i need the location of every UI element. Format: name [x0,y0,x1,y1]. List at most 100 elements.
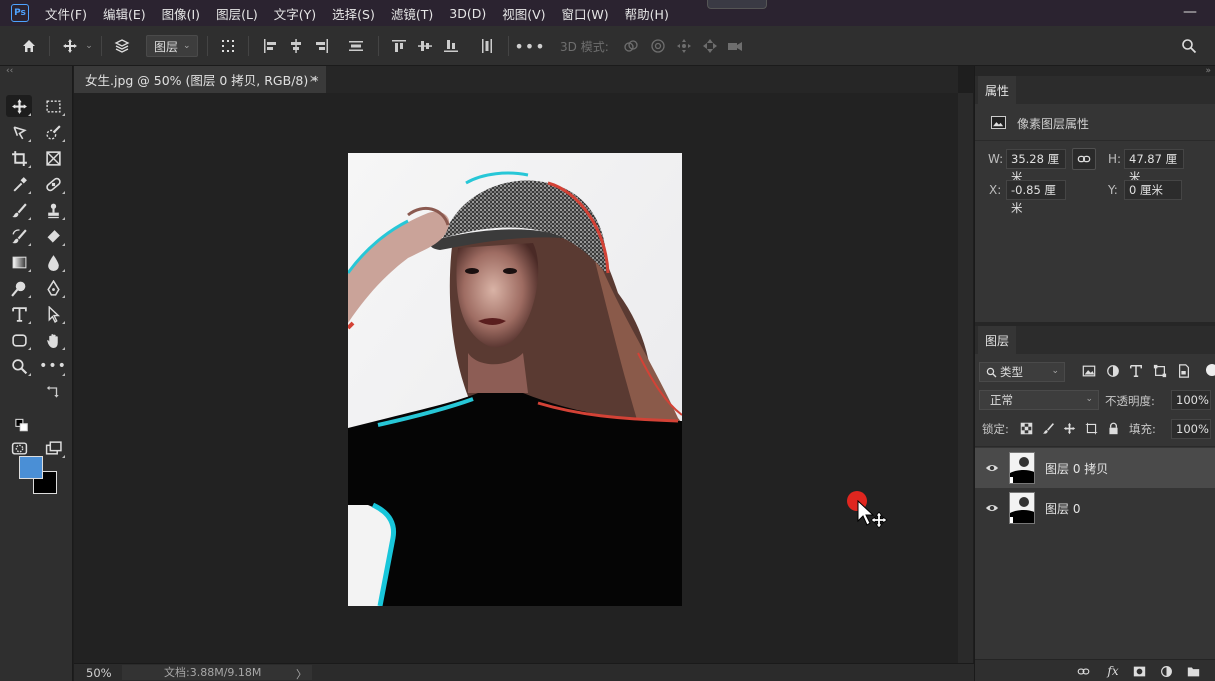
path-selection-tool-icon[interactable] [40,303,66,325]
blur-tool-icon[interactable] [40,251,66,273]
pixel-filter-icon[interactable] [1081,363,1097,379]
3d-slide-icon [700,34,720,58]
more-tools-icon[interactable]: ••• [39,355,66,377]
menu-3d[interactable]: 3D(D) [449,6,486,21]
close-icon[interactable]: × [309,72,318,85]
adjustment-layer-icon[interactable] [1159,664,1173,678]
visibility-eye-icon[interactable] [985,461,999,475]
align-middle-icon[interactable] [416,34,434,58]
shape-filter-icon[interactable] [1152,363,1168,379]
swap-colors-icon[interactable] [46,384,60,398]
chevron-down-icon[interactable]: ⌄ [84,34,94,58]
gradient-tool-icon[interactable] [6,251,32,273]
menu-filter[interactable]: 滤镜(T) [391,4,433,23]
move-cursor-icon [857,500,888,529]
type-tool-icon[interactable] [6,303,32,325]
move-tool-icon[interactable] [6,95,32,117]
smart-object-filter-icon[interactable] [1176,363,1192,379]
align-right-icon[interactable] [313,34,331,58]
dodge-tool-icon[interactable] [6,277,32,299]
align-top-icon[interactable] [390,34,408,58]
menu-window[interactable]: 窗口(W) [562,4,609,23]
align-left-icon[interactable] [261,34,279,58]
minimize-button[interactable]: — [1183,5,1197,20]
more-options-icon[interactable]: ••• [514,34,544,58]
move-tool-icon[interactable] [60,34,80,58]
foreground-color-swatch[interactable] [19,456,43,479]
blend-mode-dropdown[interactable]: 正常 ⌄ [979,390,1099,410]
menu-layer[interactable]: 图层(L) [216,4,258,23]
lock-all-icon[interactable] [1105,420,1121,436]
collapse-panel-icon[interactable]: » [1205,66,1211,76]
distribute-horizontal-icon[interactable] [477,34,497,58]
clone-stamp-tool-icon[interactable] [40,199,66,221]
lock-artboard-icon[interactable] [1083,420,1099,436]
tab-properties[interactable]: 属性 [978,76,1016,104]
search-icon[interactable] [1179,34,1199,58]
opacity-field[interactable]: 100% [1171,390,1211,410]
menu-image[interactable]: 图像(I) [162,4,200,23]
auto-select-target-dropdown[interactable]: 图层 ⌄ [146,35,198,57]
visibility-eye-icon[interactable] [985,501,999,515]
y-position-field[interactable]: 0 厘米 [1124,180,1182,200]
menu-type[interactable]: 文字(Y) [274,4,316,23]
fill-field[interactable]: 100% [1171,419,1211,439]
filter-toggle[interactable] [1206,364,1215,376]
fx-icon[interactable]: fx [1106,664,1120,678]
layer-name[interactable]: 图层 0 [1045,500,1080,517]
marquee-tool-icon[interactable] [40,95,66,117]
eraser-tool-icon[interactable] [40,225,66,247]
layer-row[interactable]: 图层 0 拷贝 [975,448,1215,488]
canvas-area[interactable] [74,93,958,663]
link-dimensions-button[interactable] [1072,148,1096,170]
layer-row[interactable]: 图层 0 [975,488,1215,528]
hand-tool-icon[interactable] [40,329,66,351]
menu-edit[interactable]: 编辑(E) [103,4,146,23]
height-field[interactable]: 47.87 厘米 [1124,149,1184,184]
document-tab[interactable]: 女生.jpg @ 50% (图层 0 拷贝, RGB/8) * × [74,66,326,93]
new-group-icon[interactable] [1186,664,1200,678]
crop-tool-icon[interactable] [6,147,32,169]
x-position-field[interactable]: -0.85 厘米 [1006,180,1066,215]
align-bottom-icon[interactable] [442,34,460,58]
brush-tool-icon[interactable] [6,199,32,221]
layers-panel-footer: fx [975,659,1215,681]
link-layers-icon[interactable] [1076,664,1090,678]
healing-brush-tool-icon[interactable] [40,173,66,195]
default-colors-icon[interactable] [15,418,29,432]
layer-name[interactable]: 图层 0 拷贝 [1045,460,1108,477]
menu-help[interactable]: 帮助(H) [625,4,669,23]
quick-selection-tool-icon[interactable] [40,121,66,143]
menu-view[interactable]: 视图(V) [502,4,545,23]
distribute-vertical-icon[interactable] [346,34,366,58]
collapse-panel-icon[interactable]: ‹‹ [6,66,13,76]
lock-transparent-pixels-icon[interactable] [1018,420,1034,436]
zoom-level[interactable]: 50% [86,666,112,680]
home-icon[interactable] [18,34,40,58]
document-tab-title: 女生.jpg @ 50% (图层 0 拷贝, RGB/8) * [85,73,319,88]
history-brush-tool-icon[interactable] [6,225,32,247]
add-mask-icon[interactable] [1132,664,1146,678]
menu-bar: Ps 文件(F) 编辑(E) 图像(I) 图层(L) 文字(Y) 选择(S) 滤… [0,0,1215,26]
layer-kind-filter-dropdown[interactable]: 类型 ⌄ [979,362,1065,382]
eyedropper-tool-icon[interactable] [6,173,32,195]
lock-position-icon[interactable] [1061,420,1077,436]
auto-select-icon[interactable] [112,34,132,58]
transform-controls-icon[interactable] [218,34,238,58]
menu-file[interactable]: 文件(F) [45,4,87,23]
screen-mode-icon[interactable] [40,437,66,459]
shape-tool-icon[interactable] [6,329,32,351]
adjustment-filter-icon[interactable] [1105,363,1121,379]
pen-tool-icon[interactable] [40,277,66,299]
menu-select[interactable]: 选择(S) [332,4,375,23]
width-field[interactable]: 35.28 厘米 [1006,149,1066,184]
tab-layers[interactable]: 图层 [978,326,1016,354]
frame-tool-icon[interactable] [40,147,66,169]
status-menu-arrow-icon[interactable]: 〉 [296,666,307,681]
vertical-scrollbar[interactable] [958,93,973,663]
type-filter-icon[interactable] [1128,363,1144,379]
zoom-tool-icon[interactable] [6,355,32,377]
lasso-tool-icon[interactable] [6,121,32,143]
align-center-icon[interactable] [287,34,305,58]
lock-image-pixels-icon[interactable] [1040,420,1056,436]
